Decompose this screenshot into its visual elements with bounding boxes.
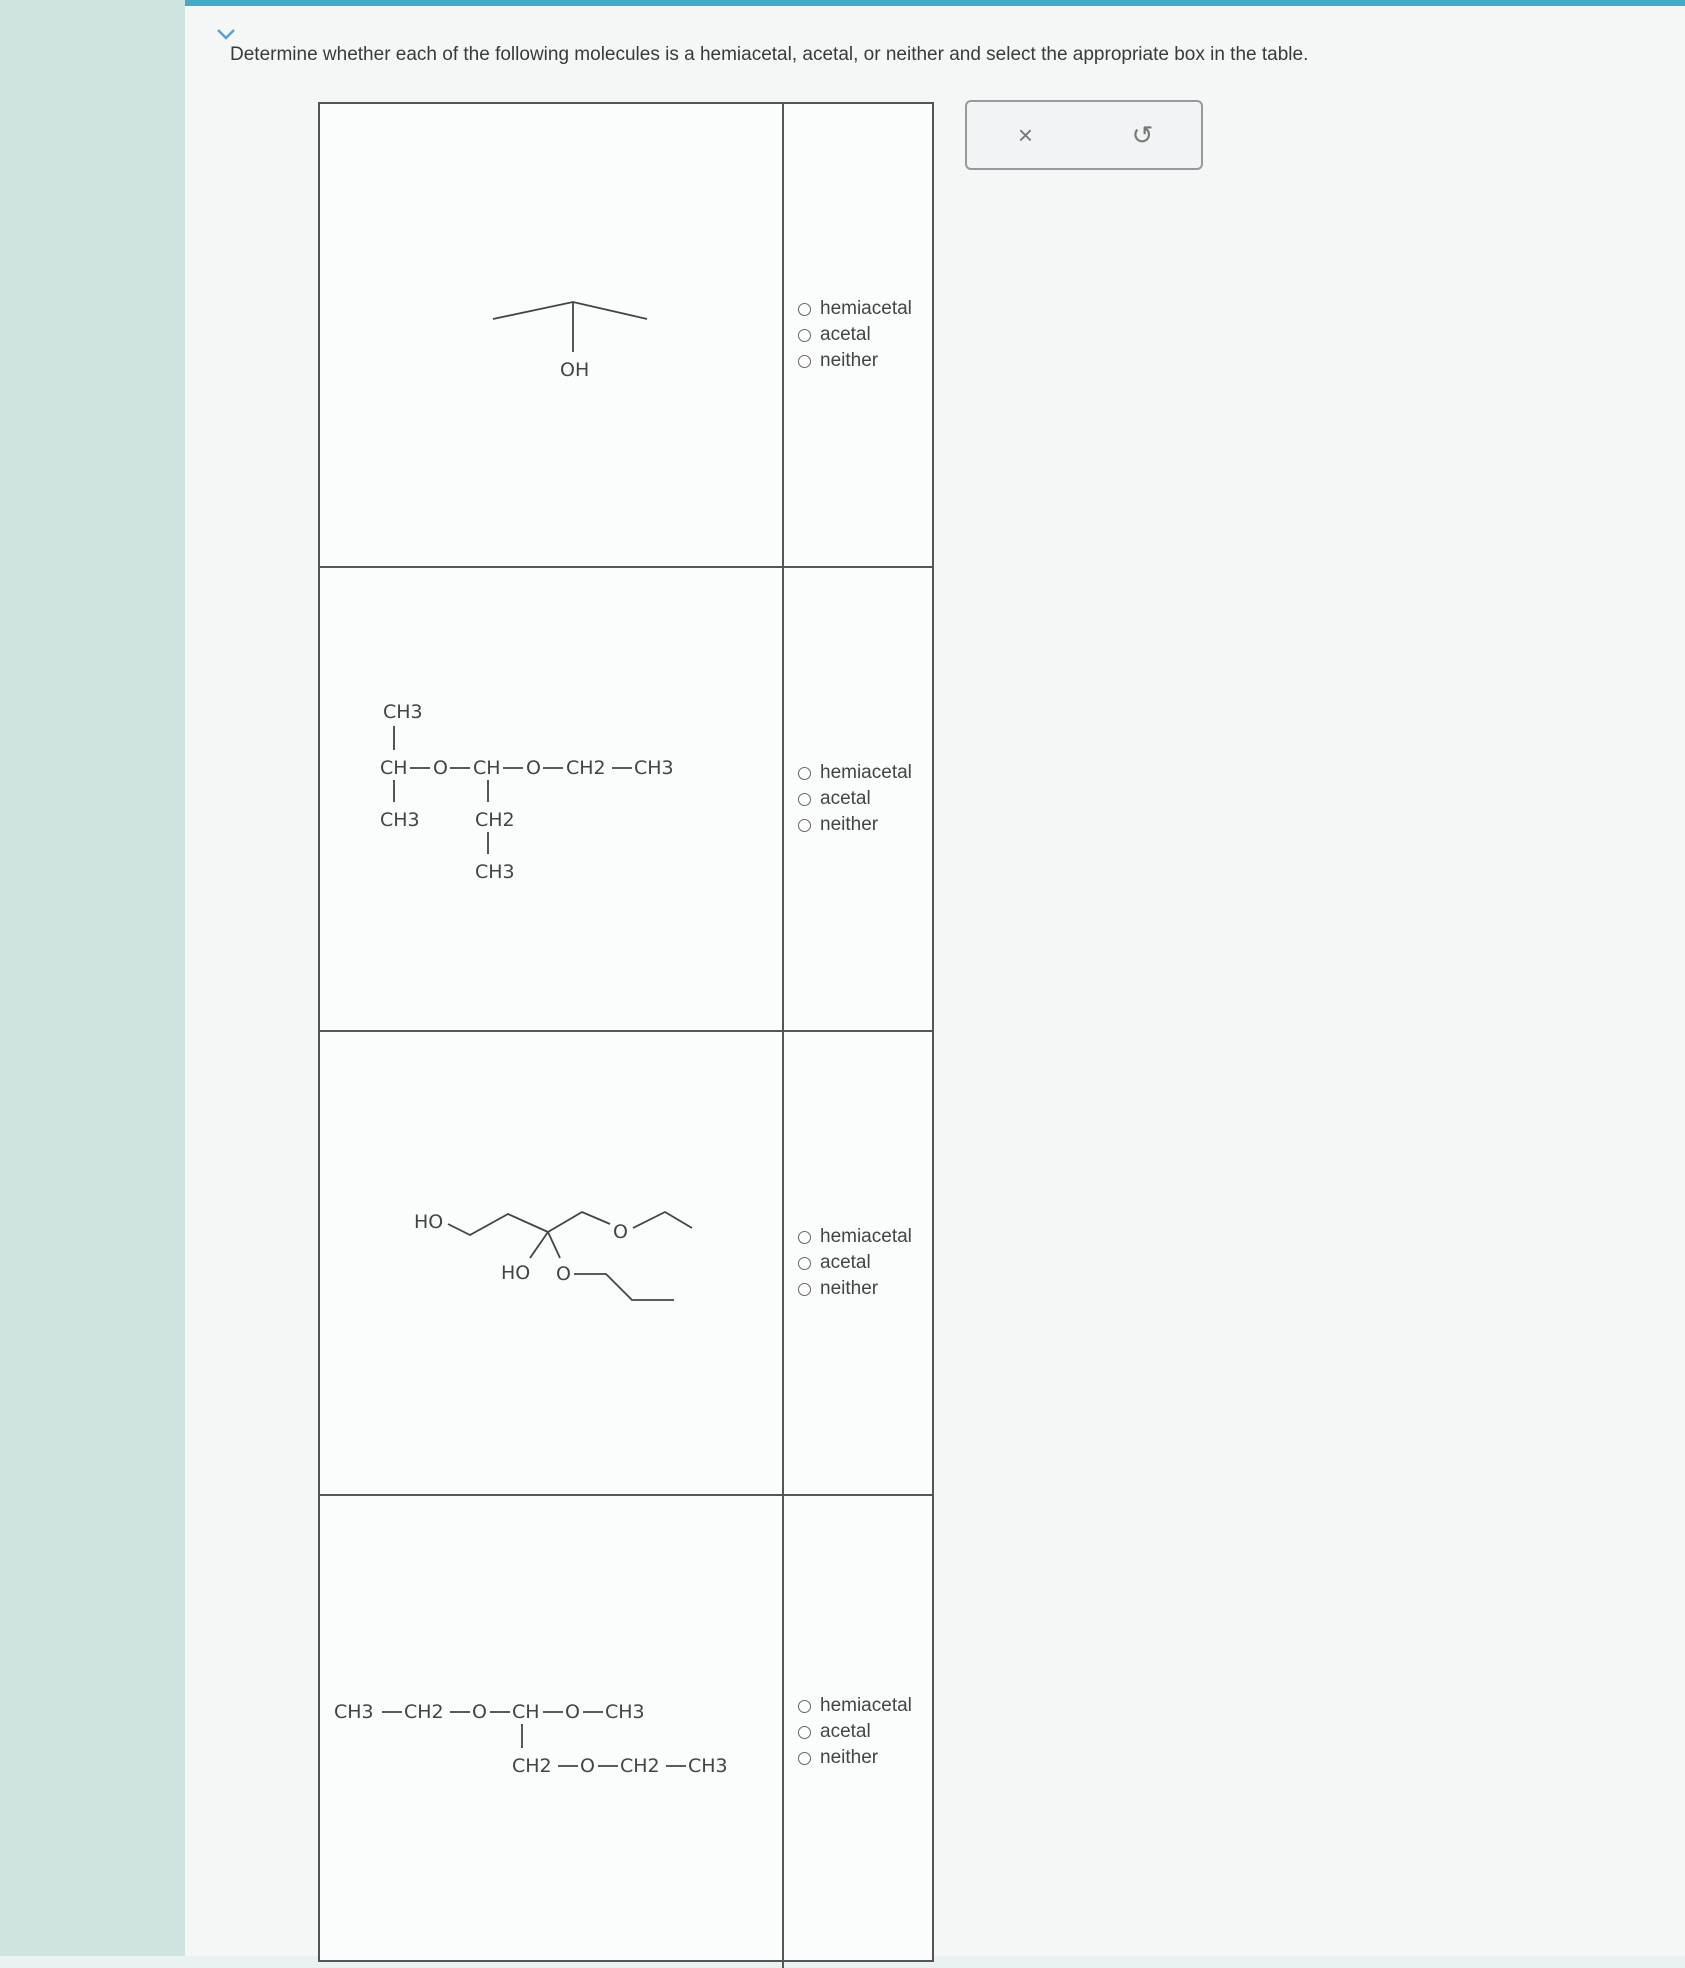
left-margin (0, 0, 185, 1956)
option-acetal[interactable]: acetal (798, 1250, 928, 1276)
oh-label: OH (560, 359, 589, 381)
svg-text:O: O (526, 757, 541, 779)
answer-options: hemiacetal acetal neither (798, 568, 928, 1030)
radio-icon[interactable] (798, 354, 811, 368)
undo-icon: ↺ (1131, 119, 1154, 150)
table-row: OH hemiacetal acetal neither (320, 104, 932, 568)
svg-text:CH3: CH3 (634, 757, 674, 779)
close-icon: × (1017, 119, 1034, 150)
svg-text:O: O (433, 757, 448, 779)
option-hemiacetal[interactable]: hemiacetal (798, 1693, 928, 1719)
svg-text:HO: HO (414, 1211, 443, 1233)
svg-text:O: O (472, 1701, 487, 1723)
svg-text:CH3: CH3 (688, 1755, 728, 1777)
option-hemiacetal[interactable]: hemiacetal (798, 1224, 928, 1250)
action-toolbar: × ↺ (965, 100, 1203, 170)
answer-options: hemiacetal acetal neither (798, 1496, 928, 1968)
answer-table: OH hemiacetal acetal neither CH3 CH O CH… (318, 102, 934, 1968)
svg-text:O: O (580, 1755, 595, 1777)
molecule-cell: CH3 CH2 O CH O CH3 CH2 O CH2 CH3 (320, 1496, 784, 1968)
option-neither[interactable]: neither (798, 812, 928, 838)
radio-icon[interactable] (798, 328, 811, 342)
radio-icon[interactable] (798, 1282, 811, 1296)
table-row: HO O HO O hemiacetal acetal neither (320, 1032, 932, 1496)
svg-text:CH3: CH3 (383, 701, 423, 723)
clear-button[interactable]: × (996, 110, 1056, 160)
option-neither[interactable]: neither (798, 1745, 928, 1771)
svg-text:CH: CH (512, 1701, 540, 1723)
molecule-1-structure: OH (492, 301, 648, 381)
option-acetal[interactable]: acetal (798, 1719, 928, 1745)
table-row: CH3 CH O CH O CH2 CH3 CH3 CH2 CH3 hemiac… (320, 568, 932, 1032)
svg-text:CH: CH (380, 757, 408, 779)
radio-icon[interactable] (798, 818, 811, 832)
option-neither[interactable]: neither (798, 1276, 928, 1302)
svg-text:CH2: CH2 (475, 809, 515, 831)
table-row: CH3 CH2 O CH O CH3 CH2 O CH2 CH3 hemiace… (320, 1496, 932, 1968)
molecule-cell: OH (320, 104, 784, 566)
svg-text:CH2: CH2 (404, 1701, 444, 1723)
answer-options: hemiacetal acetal neither (798, 104, 928, 566)
option-hemiacetal[interactable]: hemiacetal (798, 760, 928, 786)
svg-text:CH3: CH3 (334, 1701, 374, 1723)
svg-text:O: O (556, 1263, 571, 1285)
radio-icon[interactable] (798, 792, 811, 806)
molecule-cell: CH3 CH O CH O CH2 CH3 CH3 CH2 CH3 (320, 568, 784, 1030)
radio-icon[interactable] (798, 1725, 811, 1739)
undo-button[interactable]: ↺ (1113, 110, 1173, 160)
svg-text:CH2: CH2 (512, 1755, 552, 1777)
radio-icon[interactable] (798, 766, 811, 780)
svg-text:CH3: CH3 (475, 861, 515, 883)
question-prompt: Determine whether each of the following … (230, 44, 1309, 65)
answer-options: hemiacetal acetal neither (798, 1032, 928, 1494)
radio-icon[interactable] (798, 1256, 811, 1270)
chevron-down-icon[interactable] (215, 26, 237, 42)
svg-text:CH3: CH3 (380, 809, 420, 831)
svg-text:O: O (565, 1701, 580, 1723)
radio-icon[interactable] (798, 1230, 811, 1244)
option-acetal[interactable]: acetal (798, 786, 928, 812)
option-neither[interactable]: neither (798, 348, 928, 374)
svg-text:CH2: CH2 (620, 1755, 660, 1777)
svg-text:HO: HO (501, 1262, 530, 1284)
molecule-2-structure: CH3 CH O CH O CH2 CH3 CH3 CH2 CH3 (380, 701, 674, 883)
option-hemiacetal[interactable]: hemiacetal (798, 296, 928, 322)
molecule-3-structure: HO O HO O (414, 1210, 693, 1301)
molecule-4-structure: CH3 CH2 O CH O CH3 CH2 O CH2 CH3 (334, 1701, 728, 1777)
radio-icon[interactable] (798, 1751, 811, 1765)
svg-text:CH3: CH3 (605, 1701, 645, 1723)
svg-text:CH2: CH2 (566, 757, 606, 779)
option-acetal[interactable]: acetal (798, 322, 928, 348)
svg-text:CH: CH (473, 757, 501, 779)
radio-icon[interactable] (798, 302, 811, 316)
svg-text:O: O (613, 1221, 628, 1243)
molecule-cell: HO O HO O (320, 1032, 784, 1494)
radio-icon[interactable] (798, 1699, 811, 1713)
